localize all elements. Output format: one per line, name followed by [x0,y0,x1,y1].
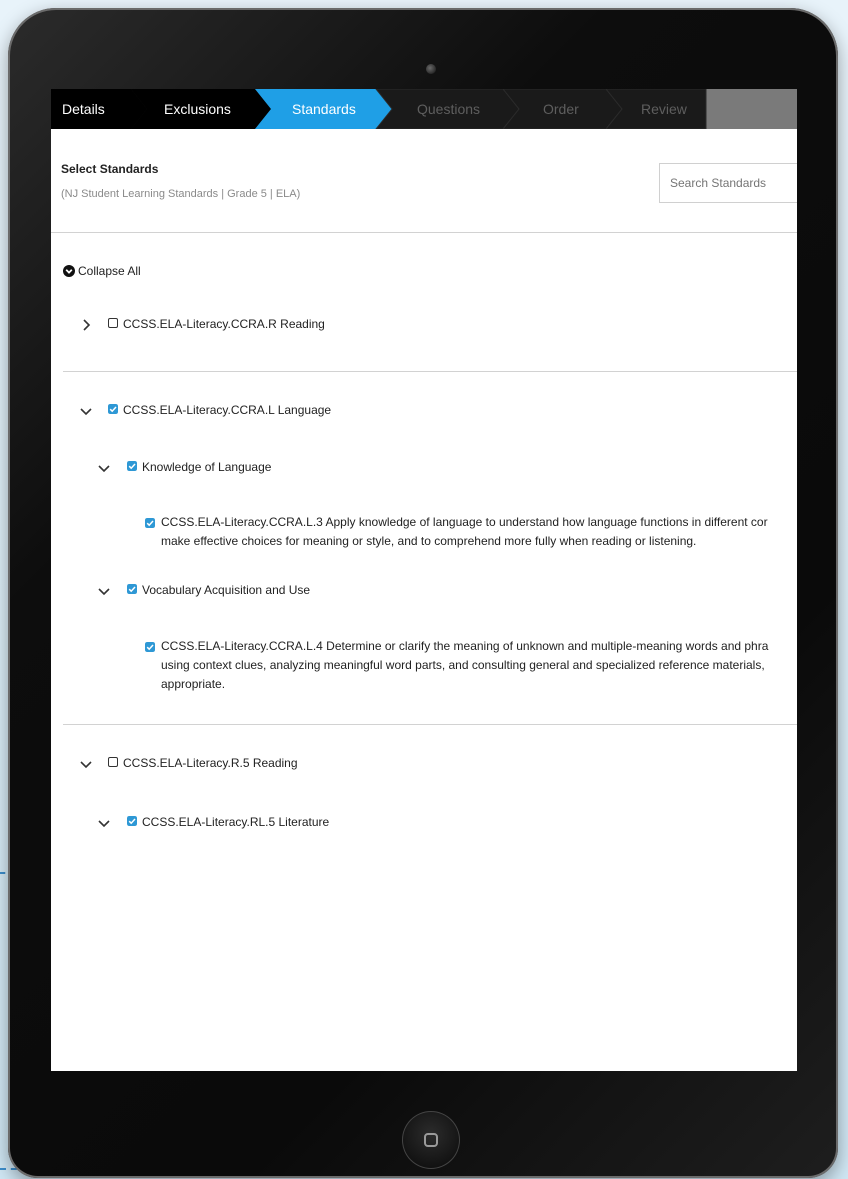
camera-icon [426,64,436,74]
checkbox-checked-icon[interactable] [108,404,118,414]
tree-group-ccra-r: CCSS.ELA-Literacy.CCRA.R Reading [51,315,797,335]
tree-group-r5: CCSS.ELA-Literacy.R.5 Reading [51,754,797,774]
checkbox-ccra-r[interactable] [108,318,118,328]
app-screen: Details Exclusions Standards Questions O… [51,89,797,1071]
tree-label-ccra-r: CCSS.ELA-Literacy.CCRA.R Reading [123,317,325,331]
tree-label-vocabulary: Vocabulary Acquisition and Use [142,583,311,597]
collapse-all-label: Collapse All [78,264,141,278]
page-title: Select Standards [61,162,159,176]
chevron-down-icon[interactable] [97,462,111,476]
tree-label-ccra-l: CCSS.ELA-Literacy.CCRA.L Language [123,403,332,417]
collapse-circle-icon [63,265,75,277]
tree-label-r5: CCSS.ELA-Literacy.R.5 Reading [123,756,298,770]
chevron-down-icon[interactable] [97,817,111,831]
standard-item-l3: CCSS.ELA-Literacy.CCRA.L.3 Apply knowled… [51,513,797,557]
tree-label-knowledge: Knowledge of Language [142,460,272,474]
chevron-down-icon[interactable] [97,585,111,599]
chevron-right-icon[interactable] [79,318,93,332]
checkbox-checked-icon[interactable] [145,518,155,528]
tree-subgroup-vocabulary: Vocabulary Acquisition and Use [51,581,797,601]
tree-label-rl5: CCSS.ELA-Literacy.RL.5 Literature [142,815,330,829]
tree-subgroup-rl5: CCSS.ELA-Literacy.RL.5 Literature [51,813,797,833]
search-standards-input[interactable] [659,163,797,203]
home-square-icon [424,1133,438,1147]
standard-item-l4: CCSS.ELA-Literacy.CCRA.L.4 Determine or … [51,637,797,699]
checkbox-checked-icon[interactable] [127,461,137,471]
divider [63,724,797,725]
standard-text-line: using context clues, analyzing meaningfu… [161,658,765,672]
checkbox-checked-icon[interactable] [145,642,155,652]
standard-text-line: CCSS.ELA-Literacy.CCRA.L.4 Determine or … [161,639,769,653]
tree-group-ccra-l: CCSS.ELA-Literacy.CCRA.L Language [51,401,797,421]
select-standards-header: Select Standards (NJ Student Learning St… [51,89,797,234]
home-button[interactable] [402,1111,460,1169]
chevron-down-icon[interactable] [79,405,93,419]
standard-text-line: appropriate. [161,677,226,691]
checkbox-checked-icon[interactable] [127,584,137,594]
divider [63,371,797,372]
page-subtitle: (NJ Student Learning Standards | Grade 5… [61,188,301,200]
standard-text-line: make effective choices for meaning or st… [161,534,697,548]
standard-text-line: CCSS.ELA-Literacy.CCRA.L.3 Apply knowled… [161,515,768,529]
checkbox-r5[interactable] [108,757,118,767]
tree-subgroup-knowledge: Knowledge of Language [51,458,797,478]
divider [51,232,797,233]
checkbox-checked-icon[interactable] [127,816,137,826]
chevron-down-icon[interactable] [79,758,93,772]
